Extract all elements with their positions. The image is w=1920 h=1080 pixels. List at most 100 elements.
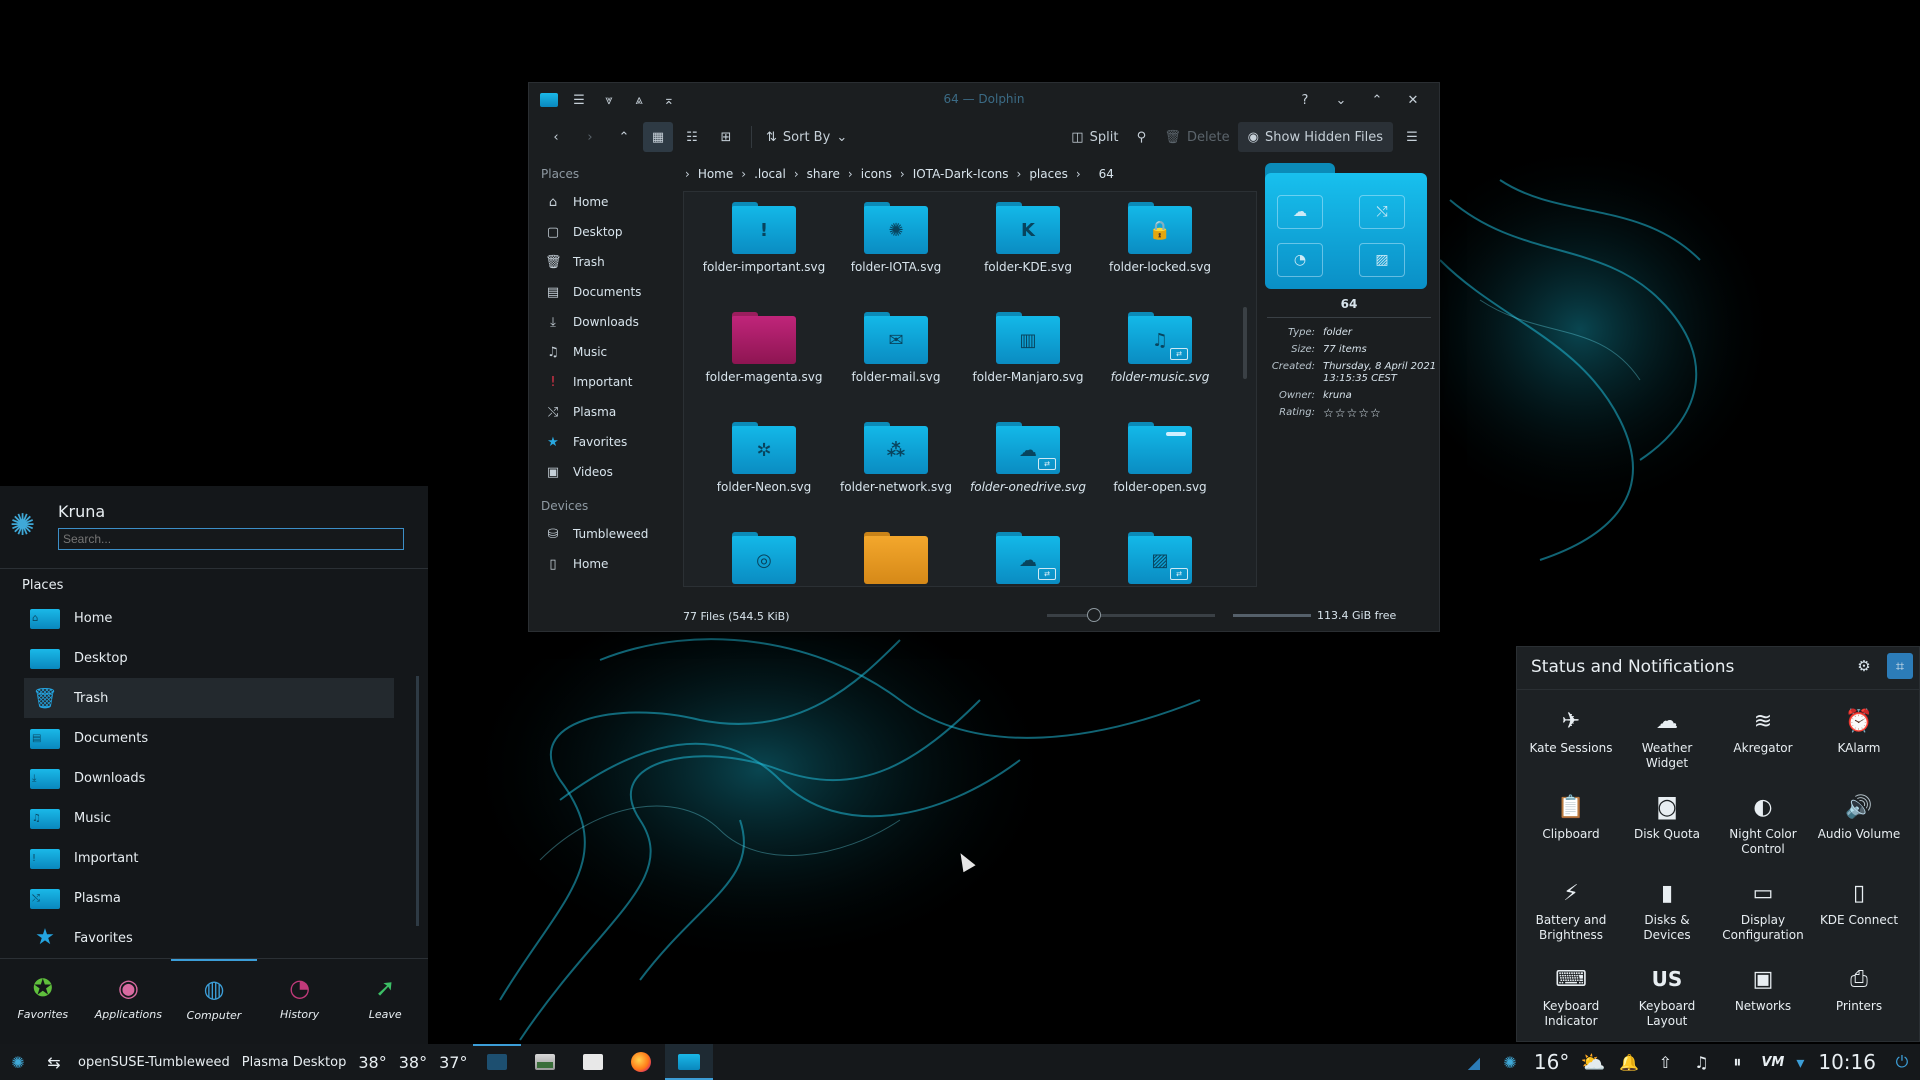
search-button[interactable]: ⚲ (1126, 122, 1156, 152)
tab-leave[interactable]: ➚ Leave (342, 959, 428, 1036)
tray-item-keyboard-layout[interactable]: US Keyboard Layout (1619, 959, 1715, 1045)
notifications-bell-icon[interactable]: 🔔 (1611, 1044, 1647, 1080)
breadcrumb-item-local[interactable]: .local (754, 167, 786, 181)
launcher-item-plasma[interactable]: ⤭ Plasma (24, 878, 394, 918)
breadcrumb-item-share[interactable]: share (807, 167, 840, 181)
file-item[interactable]: Kfolder-KDE.svg (962, 200, 1094, 304)
places-item-plasma[interactable]: ⤭ Plasma (529, 397, 681, 427)
taskbar-item-photos[interactable] (521, 1044, 569, 1080)
tray-item-kate-sessions[interactable]: ✈ Kate Sessions (1523, 701, 1619, 787)
network-signal-icon[interactable]: ◢ (1456, 1044, 1492, 1080)
tray-item-battery-and-brightness[interactable]: ⚡ Battery and Brightness (1523, 873, 1619, 959)
tab-history[interactable]: ◔ History (257, 959, 343, 1036)
tray-item-akregator[interactable]: ≋ Akregator (1715, 701, 1811, 787)
activity-label[interactable]: Plasma Desktop (236, 1044, 353, 1080)
file-item[interactable]: ▨⇄folder-picture.svg (1094, 530, 1226, 586)
split-button[interactable]: ◫ Split (1067, 122, 1122, 152)
vm-label[interactable]: VM (1755, 1044, 1790, 1080)
file-item[interactable]: folder-magenta.svg (698, 310, 830, 414)
configure-icon[interactable]: ⚙ (1851, 653, 1877, 679)
tray-item-night-color-control[interactable]: ◐ Night Color Control (1715, 787, 1811, 873)
launcher-logo-icon[interactable]: ✺ (0, 1044, 36, 1080)
rating-stars[interactable]: ☆☆☆☆☆ (1323, 407, 1439, 419)
breadcrumb-item-64[interactable]: 64 (1099, 167, 1114, 181)
file-view[interactable]: ! folder-important.svg ✺ folder-IOTA.svg Kfo… (683, 191, 1257, 587)
launcher-item-documents[interactable]: ▤ Documents (24, 718, 394, 758)
help-icon[interactable]: ? (1293, 88, 1317, 112)
close-icon[interactable]: ✕ (1401, 88, 1425, 112)
launcher-item-home[interactable]: ⌂ Home (24, 598, 394, 638)
tray-expand-icon[interactable]: ▾ (1790, 1044, 1810, 1080)
compact-view-button[interactable]: ☷ (677, 122, 707, 152)
show-hidden-files-button[interactable]: ◉ Show Hidden Files (1237, 122, 1393, 152)
places-item-important[interactable]: ! Important (529, 367, 681, 397)
activity-switch-icon[interactable]: ⇆ (36, 1044, 72, 1080)
dolphin-titlebar[interactable]: ☰ ⩔ ⩓ ⌅ 64 — Dolphin ? ⌄ ⌃ ✕ (529, 83, 1439, 117)
file-item[interactable]: ✉ folder-mail.svg (830, 310, 962, 414)
details-view-button[interactable]: ⊞ (711, 122, 741, 152)
places-item-downloads[interactable]: ⤓ Downloads (529, 307, 681, 337)
file-item[interactable]: ♫ ⇄ folder-music.svg (1094, 310, 1226, 414)
dolphin-app-icon[interactable] (537, 88, 561, 112)
file-item[interactable]: ✺ folder-IOTA.svg (830, 200, 962, 304)
file-item[interactable]: ☁ ⇄ folder-onedrive.svg (962, 420, 1094, 524)
tab-computer[interactable]: ◍ Computer (171, 959, 257, 1036)
maximize-icon[interactable]: ⌃ (1365, 88, 1389, 112)
back-button[interactable]: ‹ (541, 122, 571, 152)
places-item-favorites[interactable]: ★ Favorites (529, 427, 681, 457)
launcher-search-input[interactable] (58, 528, 404, 550)
pause-icon[interactable]: ⏸ (1719, 1044, 1755, 1080)
icons-view-button[interactable]: ▦ (643, 122, 673, 152)
launcher-item-trash[interactable]: 🗑 Trash (24, 678, 394, 718)
tray-item-disk-quota[interactable]: ◙ Disk Quota (1619, 787, 1715, 873)
delete-button[interactable]: 🗑 Delete (1160, 122, 1233, 152)
devices-item-home[interactable]: ▯ Home (529, 549, 681, 579)
shade-icon[interactable]: ⌅ (657, 88, 681, 112)
tray-item-kalarm[interactable]: ⏰ KAlarm (1811, 701, 1907, 787)
file-item[interactable]: ! folder-important.svg (698, 200, 830, 304)
minimize-icon[interactable]: ⌄ (1329, 88, 1353, 112)
file-item[interactable]: folder-orange.svg (830, 530, 962, 586)
breadcrumb-item-iota-dark-icons[interactable]: IOTA-Dark-Icons (913, 167, 1009, 181)
file-item[interactable]: ◎folder-openSUSE. (698, 530, 830, 586)
tray-item-printers[interactable]: ⎙ Printers (1811, 959, 1907, 1045)
file-view-scrollbar[interactable] (1243, 307, 1247, 379)
tab-favorites[interactable]: ✪ Favorites (0, 959, 86, 1036)
places-item-home[interactable]: ⌂ Home (529, 187, 681, 217)
file-item[interactable]: ⁂ folder-network.svg (830, 420, 962, 524)
tray-item-clipboard[interactable]: 📋 Clipboard (1523, 787, 1619, 873)
taskbar-item-firefox[interactable] (617, 1044, 665, 1080)
pin-icon[interactable]: ⌗ (1887, 653, 1913, 679)
file-item[interactable]: 🔒 folder-locked.svg (1094, 200, 1226, 304)
weather-icon[interactable]: ⛅ (1575, 1044, 1611, 1080)
tray-item-networks[interactable]: ▣ Networks (1715, 959, 1811, 1045)
taskbar-item-desktop[interactable] (473, 1044, 522, 1080)
zoom-slider-handle[interactable] (1087, 608, 1101, 622)
tray-item-display-configuration[interactable]: ▭ Display Configuration (1715, 873, 1811, 959)
keep-above-icon[interactable]: ⩓ (627, 88, 651, 112)
forward-button[interactable]: › (575, 122, 605, 152)
tray-item-audio-volume[interactable]: 🔊 Audio Volume (1811, 787, 1907, 873)
keep-below-icon[interactable]: ⩔ (597, 88, 621, 112)
up-button[interactable]: ⌃ (609, 122, 639, 152)
breadcrumb-item-icons[interactable]: icons (861, 167, 892, 181)
file-item[interactable]: folder-open.svg (1094, 420, 1226, 524)
launcher-item-music[interactable]: ♫ Music (24, 798, 394, 838)
weather-temperature[interactable]: 16° (1528, 1044, 1575, 1080)
taskbar-item-dolphin[interactable] (665, 1044, 714, 1080)
launcher-item-desktop[interactable]: Desktop (24, 638, 394, 678)
places-item-desktop[interactable]: ▢ Desktop (529, 217, 681, 247)
places-item-videos[interactable]: ▣ Videos (529, 457, 681, 487)
file-item[interactable]: ☁⇄folder-owncloud. (962, 530, 1094, 586)
iota-tray-icon[interactable]: ✺ (1492, 1044, 1528, 1080)
tray-item-weather-widget[interactable]: ☁ Weather Widget (1619, 701, 1715, 787)
places-item-music[interactable]: ♫ Music (529, 337, 681, 367)
file-item[interactable]: ✲ folder-Neon.svg (698, 420, 830, 524)
launcher-item-downloads[interactable]: ⤓ Downloads (24, 758, 394, 798)
places-item-documents[interactable]: ▤ Documents (529, 277, 681, 307)
updates-icon[interactable]: ⇧ (1647, 1044, 1683, 1080)
devices-item-tumbleweed[interactable]: ⛁ Tumbleweed (529, 519, 681, 549)
digital-clock[interactable]: 10:16 (1810, 1044, 1884, 1080)
launcher-scrollbar[interactable] (416, 676, 419, 926)
launcher-item-important[interactable]: ! Important (24, 838, 394, 878)
